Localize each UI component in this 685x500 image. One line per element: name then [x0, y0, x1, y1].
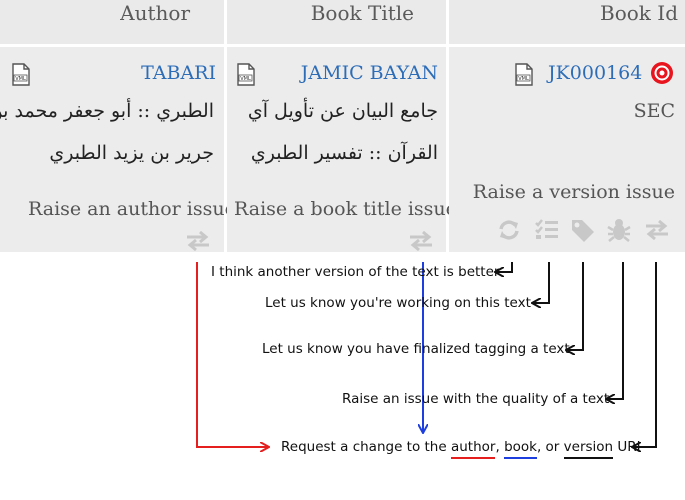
annotation-quality: Raise an issue with the quality of a tex… [342, 391, 610, 407]
annotation-better-version: I think another version of the text is b… [211, 264, 500, 280]
arrow-bug [607, 262, 624, 399]
request-book-word: book [504, 439, 537, 459]
annotation-arrows [196, 262, 657, 500]
request-version-word: version [563, 439, 614, 459]
arrow-exchange-author [196, 262, 268, 447]
request-prefix: Request a change to the [281, 439, 451, 455]
arrow-tag [567, 262, 584, 350]
request-sep1: , [495, 439, 505, 455]
request-sep2: , or [536, 439, 564, 455]
request-author-word: author [450, 439, 496, 459]
annotation-finalized: Let us know you have finalized tagging a… [262, 341, 570, 357]
annotation-working: Let us know you're working on this text [265, 295, 531, 311]
annotation-request-change: Request a change to the author, book, or… [281, 439, 641, 459]
arrow-tasks [533, 262, 550, 303]
arrow-exchange-version [633, 262, 657, 447]
request-suffix: URI [613, 439, 641, 455]
